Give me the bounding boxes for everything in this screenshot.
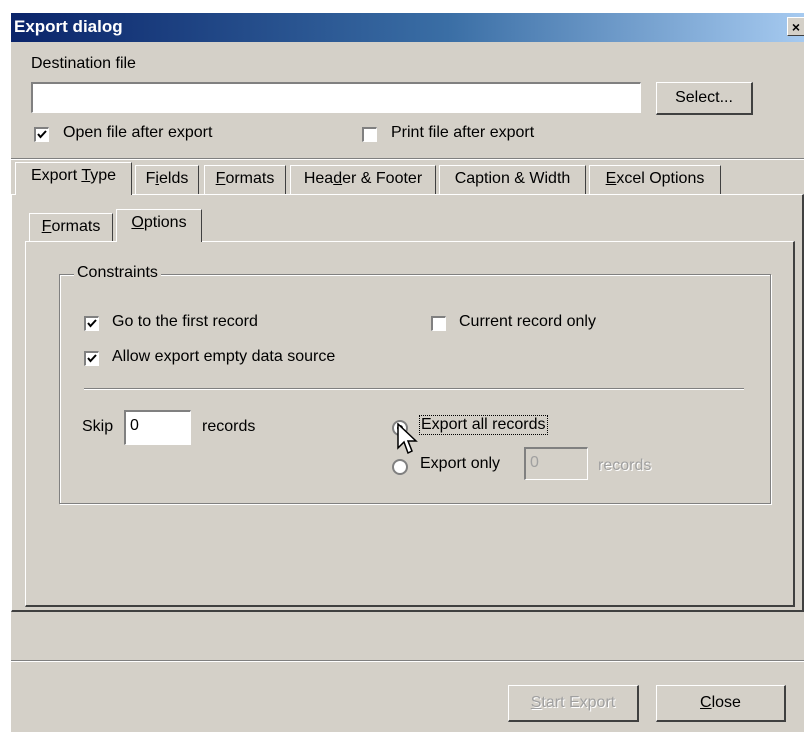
current-record-only-label: Current record only	[459, 313, 596, 330]
export-only-label: Export only	[420, 455, 501, 472]
subtab-formats[interactable]: Formats	[29, 213, 113, 242]
tab-excel-options[interactable]: Excel Options	[589, 165, 721, 194]
skip-records-label: records	[202, 418, 256, 435]
close-button[interactable]: Close	[656, 685, 786, 722]
print-file-label: Print file after export	[391, 124, 535, 141]
destination-file-label: Destination file	[31, 55, 136, 72]
window-title: Export dialog	[14, 17, 123, 36]
constraints-group: Constraints Go to the first record Curre…	[59, 264, 771, 504]
constraints-divider	[84, 388, 744, 390]
checkmark-icon	[87, 354, 97, 363]
title-bar[interactable]: Export dialog ×	[11, 13, 804, 42]
constraints-title: Constraints	[74, 264, 161, 282]
select-button[interactable]: Select...	[656, 82, 753, 115]
open-file-label: Open file after export	[63, 124, 213, 141]
export-dialog-window: Export dialog × Destination file Select.…	[11, 13, 804, 732]
close-window-button[interactable]: ×	[787, 17, 804, 36]
tab-label: Excel Options	[605, 170, 705, 187]
tab-export-type[interactable]: Export Type	[15, 162, 132, 195]
go-first-record-label: Go to the first record	[112, 313, 258, 330]
subtab-options[interactable]: Options	[116, 209, 202, 242]
tab-header-footer[interactable]: Header & Footer	[290, 165, 436, 194]
tab-label: Export Type	[30, 167, 117, 184]
tab-label: Header & Footer	[303, 170, 423, 187]
divider	[11, 158, 804, 160]
tab-label: Caption & Width	[454, 170, 571, 187]
print-file-checkbox[interactable]	[362, 127, 377, 142]
skip-label: Skip	[82, 418, 114, 435]
options-panel: Constraints Go to the first record Curre…	[25, 241, 795, 607]
tab-formats[interactable]: Formats	[204, 165, 286, 194]
allow-empty-label: Allow export empty data source	[112, 348, 336, 365]
tab-label: Formats	[215, 170, 275, 187]
destination-file-input[interactable]	[31, 82, 641, 113]
checkmark-icon	[87, 319, 97, 328]
open-file-checkbox[interactable]	[34, 127, 49, 142]
tab-label: Fields	[145, 170, 189, 187]
skip-input[interactable]: 0	[124, 410, 191, 445]
go-first-record-checkbox[interactable]	[84, 316, 99, 331]
export-only-radio[interactable]	[392, 459, 408, 475]
tab-fields[interactable]: Fields	[135, 165, 199, 194]
start-export-button[interactable]: Start Export	[508, 685, 639, 722]
button-label: Close	[700, 694, 741, 711]
tab-caption-width[interactable]: Caption & Width	[439, 165, 586, 194]
export-all-label: Export all records	[419, 415, 548, 435]
footer-divider	[11, 660, 804, 662]
export-only-input[interactable]: 0	[524, 447, 588, 480]
tab-label: Formats	[41, 218, 101, 235]
export-only-records-label: records	[598, 457, 652, 474]
mouse-cursor-icon	[397, 423, 418, 455]
export-type-panel: Formats Options Constraints Go to the fi…	[11, 194, 804, 612]
checkmark-icon	[37, 130, 47, 139]
current-record-only-checkbox[interactable]	[431, 316, 446, 331]
allow-empty-checkbox[interactable]	[84, 351, 99, 366]
tab-label: Options	[131, 214, 187, 231]
button-label: Start Export	[530, 694, 616, 711]
close-icon: ×	[791, 19, 801, 35]
